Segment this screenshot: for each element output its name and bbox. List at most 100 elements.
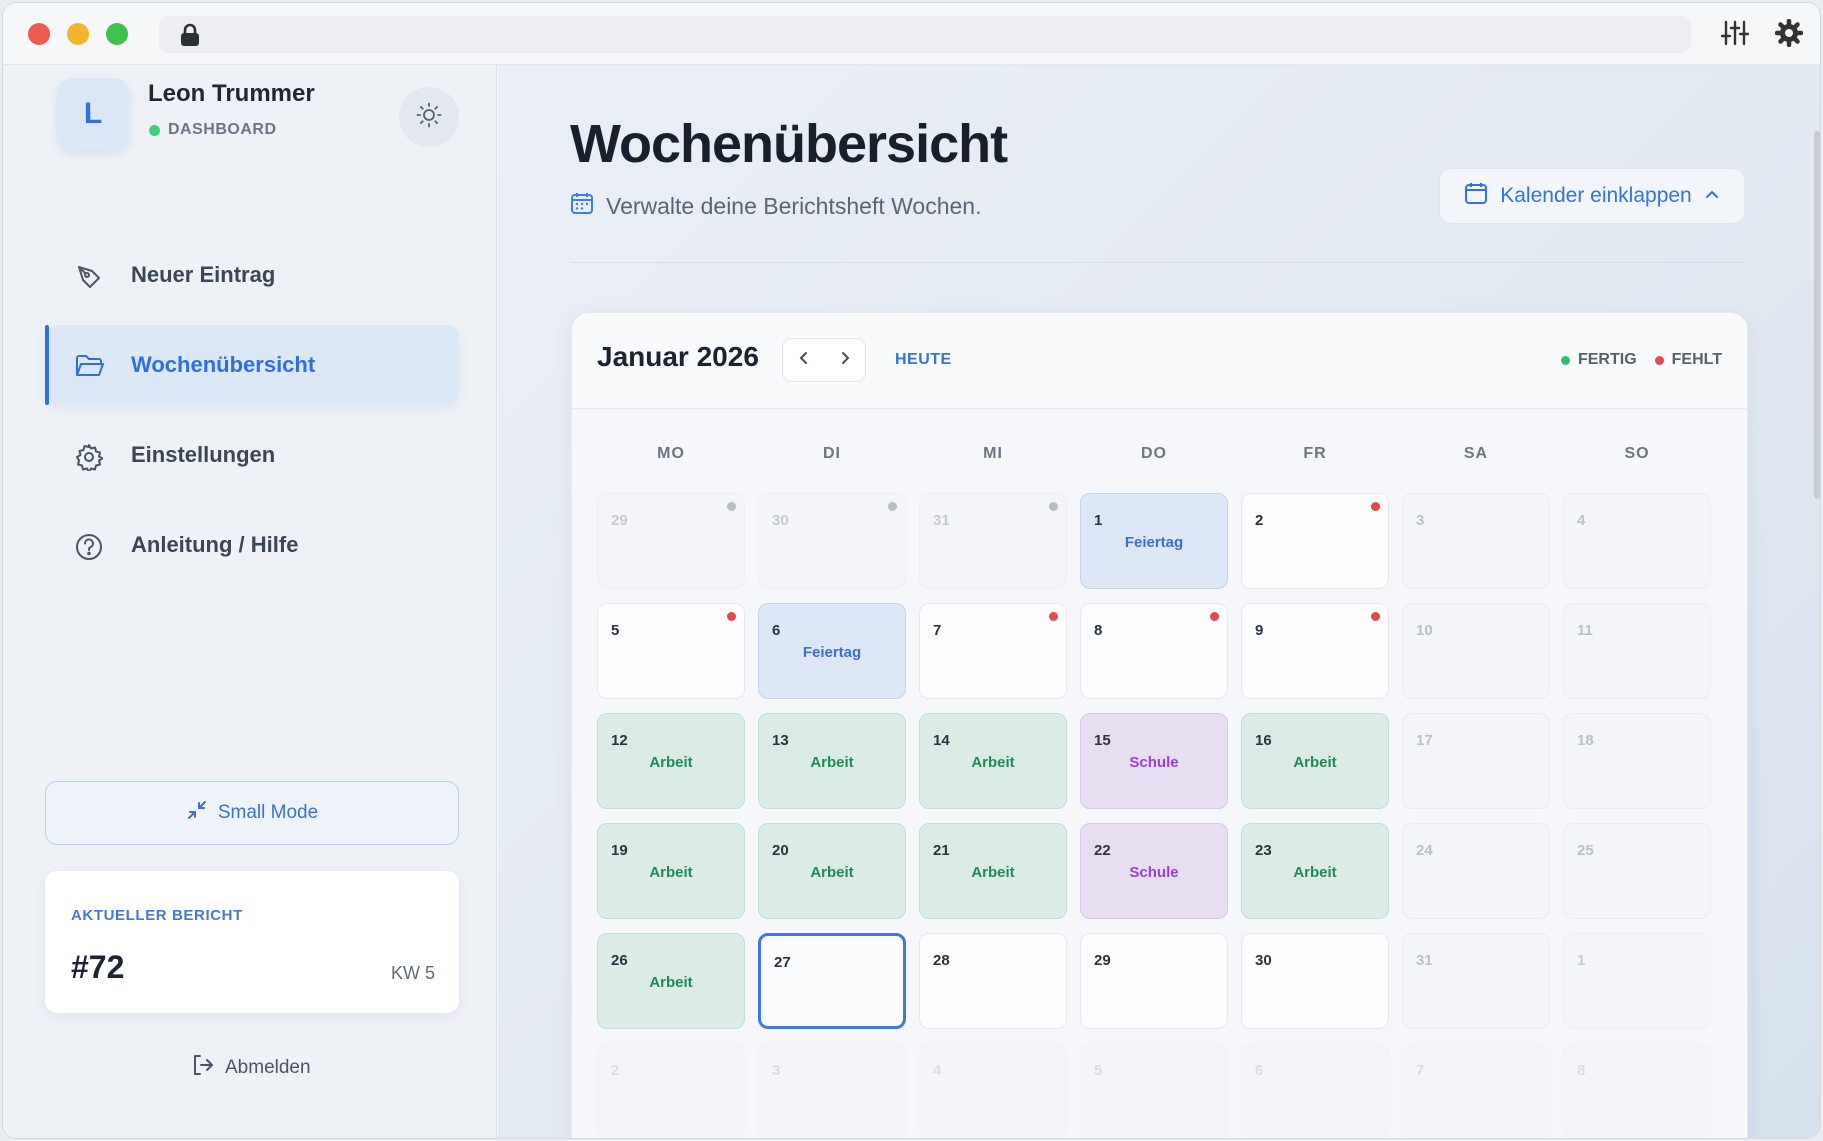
calendar-day[interactable]: 13 Arbeit — [758, 713, 906, 809]
day-tag: Arbeit — [971, 754, 1015, 771]
missing-status-dot — [1371, 502, 1380, 511]
calendar-header: Januar 2026 HEUTE FERTIG FEHLT — [572, 313, 1747, 409]
current-report-card[interactable]: AKTUELLER BERICHT #72 KW 5 — [45, 871, 459, 1013]
calendar-day[interactable]: 31 — [1402, 933, 1550, 1029]
day-tag: Arbeit — [971, 864, 1015, 881]
calendar-day[interactable]: 30 — [1241, 933, 1389, 1029]
sidebar-item-label: Neuer Eintrag — [131, 262, 276, 287]
scrollbar[interactable] — [1814, 131, 1820, 499]
app-window: L Leon Trummer DASHBOARD Neuer Eintrag W… — [2, 2, 1821, 1139]
status-dot — [727, 502, 736, 511]
calendar-day[interactable]: 8 — [1080, 603, 1228, 699]
calendar-day[interactable]: 3 — [1402, 493, 1550, 589]
day-number: 22 — [1094, 842, 1111, 859]
calendar-day[interactable]: 18 — [1563, 713, 1711, 809]
missing-status-dot — [1210, 612, 1219, 621]
calendar-day[interactable]: 21 Arbeit — [919, 823, 1067, 919]
report-number: #72 — [71, 949, 125, 985]
calendar-day[interactable]: 27 — [758, 933, 906, 1029]
calendar-day[interactable]: 4 — [1563, 493, 1711, 589]
chevron-left-icon — [797, 350, 811, 371]
theme-toggle-button[interactable] — [399, 87, 459, 147]
calendar-day[interactable]: 26 Arbeit — [597, 933, 745, 1029]
day-tag: Feiertag — [1124, 534, 1184, 551]
weekday-header: MO DI MI DO FR SA SO — [597, 445, 1727, 465]
day-tag: Arbeit — [649, 864, 693, 881]
day-tag: Arbeit — [649, 974, 693, 991]
calendar-day[interactable]: 15 Schule — [1080, 713, 1228, 809]
calendar-day[interactable]: 25 — [1563, 823, 1711, 919]
calendar-day[interactable]: 2 — [1241, 493, 1389, 589]
calendar-day[interactable]: 4 — [919, 1043, 1067, 1138]
calendar-day[interactable]: 23 Arbeit — [1241, 823, 1389, 919]
avatar[interactable]: L — [57, 78, 129, 150]
sliders-icon[interactable] — [1720, 19, 1750, 52]
sidebar-item-hilfe[interactable]: Anleitung / Hilfe — [45, 505, 459, 585]
day-number: 18 — [1577, 732, 1594, 749]
calendar-day[interactable]: 29 — [597, 493, 745, 589]
day-number: 19 — [611, 842, 628, 859]
logout-button[interactable]: Abmelden — [191, 1053, 311, 1083]
calendar-day[interactable]: 10 — [1402, 603, 1550, 699]
calendar-day[interactable]: 5 — [1080, 1043, 1228, 1138]
calendar-day[interactable]: 16 Arbeit — [1241, 713, 1389, 809]
calendar-day[interactable]: 5 — [597, 603, 745, 699]
weekday-label: SO — [1624, 445, 1650, 462]
maximize-window-button[interactable] — [106, 23, 128, 45]
header-divider — [570, 262, 1748, 263]
status-dot — [1049, 502, 1058, 511]
day-number: 28 — [933, 952, 950, 969]
calendar-day[interactable]: 17 — [1402, 713, 1550, 809]
collapse-calendar-button[interactable]: Kalender einklappen — [1439, 168, 1745, 224]
gear-icon[interactable] — [1774, 18, 1804, 52]
sidebar-item-wochenuebersicht[interactable]: Wochenübersicht — [45, 325, 459, 405]
sidebar-item-neuer-eintrag[interactable]: Neuer Eintrag — [45, 235, 459, 315]
day-number: 5 — [611, 622, 620, 639]
calendar-day[interactable]: 22 Schule — [1080, 823, 1228, 919]
sidebar-item-einstellungen[interactable]: Einstellungen — [45, 415, 459, 495]
calendar-day[interactable]: 9 — [1241, 603, 1389, 699]
folder-open-icon — [75, 353, 104, 381]
weekday-label: DI — [823, 445, 841, 462]
collapse-calendar-label: Kalender einklappen — [1500, 184, 1692, 207]
calendar-day[interactable]: 3 — [758, 1043, 906, 1138]
calendar-icon — [1464, 181, 1488, 211]
calendar-day[interactable]: 12 Arbeit — [597, 713, 745, 809]
calendar-day[interactable]: 20 Arbeit — [758, 823, 906, 919]
calendar-day[interactable]: 1 — [1563, 933, 1711, 1029]
calendar-day[interactable]: 11 — [1563, 603, 1711, 699]
calendar-day[interactable]: 7 — [1402, 1043, 1550, 1138]
page-title: Wochenübersicht — [570, 114, 1008, 174]
calendar-day[interactable]: 1 Feiertag — [1080, 493, 1228, 589]
missing-status-dot — [727, 612, 736, 621]
prev-month-button[interactable] — [783, 339, 824, 381]
calendar-day[interactable]: 2 — [597, 1043, 745, 1138]
minimize-window-button[interactable] — [67, 23, 89, 45]
calendar-day[interactable]: 6 — [1241, 1043, 1389, 1138]
day-number: 24 — [1416, 842, 1433, 859]
calendar-day[interactable]: 28 — [919, 933, 1067, 1029]
close-window-button[interactable] — [28, 23, 50, 45]
calendar-day[interactable]: 8 — [1563, 1043, 1711, 1138]
small-mode-button[interactable]: Small Mode — [45, 781, 459, 845]
address-bar[interactable] — [159, 16, 1691, 53]
calendar-day[interactable]: 6 Feiertag — [758, 603, 906, 699]
title-bar — [3, 3, 1820, 65]
day-number: 11 — [1577, 622, 1593, 639]
calendar-day[interactable]: 24 — [1402, 823, 1550, 919]
calendar-day[interactable]: 30 — [758, 493, 906, 589]
day-number: 2 — [1255, 512, 1264, 529]
day-number: 30 — [772, 512, 789, 529]
calendar-day[interactable]: 19 Arbeit — [597, 823, 745, 919]
today-button[interactable]: HEUTE — [895, 351, 952, 369]
next-month-button[interactable] — [824, 339, 865, 381]
day-number: 2 — [611, 1062, 620, 1079]
legend-label: FEHLT — [1671, 351, 1722, 368]
calendar-day[interactable]: 7 — [919, 603, 1067, 699]
calendar-day[interactable]: 29 — [1080, 933, 1228, 1029]
calendar-day[interactable]: 14 Arbeit — [919, 713, 1067, 809]
sidebar-item-label: Wochenübersicht — [131, 352, 316, 377]
calendar-day[interactable]: 31 — [919, 493, 1067, 589]
logout-icon — [191, 1053, 215, 1083]
day-tag: Schule — [1129, 864, 1179, 881]
